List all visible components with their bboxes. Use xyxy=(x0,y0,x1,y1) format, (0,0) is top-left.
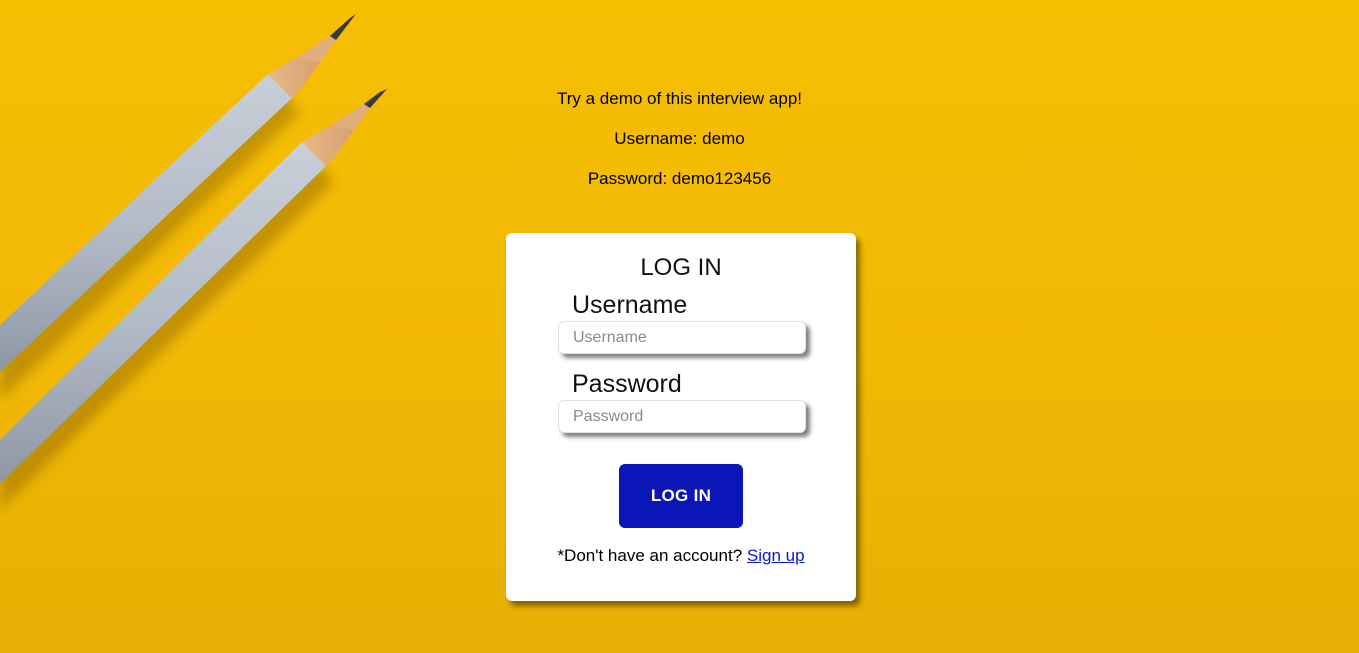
password-input[interactable] xyxy=(558,400,806,433)
demo-intro-text: Try a demo of this interview app! xyxy=(556,89,803,108)
username-label: Username xyxy=(572,291,688,319)
signup-link[interactable]: Sign up xyxy=(747,546,805,565)
signup-prompt-text: *Don't have an account? xyxy=(557,546,743,565)
login-button[interactable]: LOG IN xyxy=(619,464,743,528)
username-input[interactable] xyxy=(558,321,806,354)
signup-prompt-line: *Don't have an account? Sign up xyxy=(506,546,856,566)
login-card: LOG IN Username Password LOG IN *Don't h… xyxy=(506,233,856,601)
pencil-1 xyxy=(0,14,356,372)
demo-password-hint: Password: demo123456 xyxy=(587,169,772,188)
password-label: Password xyxy=(572,370,682,398)
login-title: LOG IN xyxy=(640,254,722,281)
demo-username-hint: Username: demo xyxy=(614,129,745,148)
